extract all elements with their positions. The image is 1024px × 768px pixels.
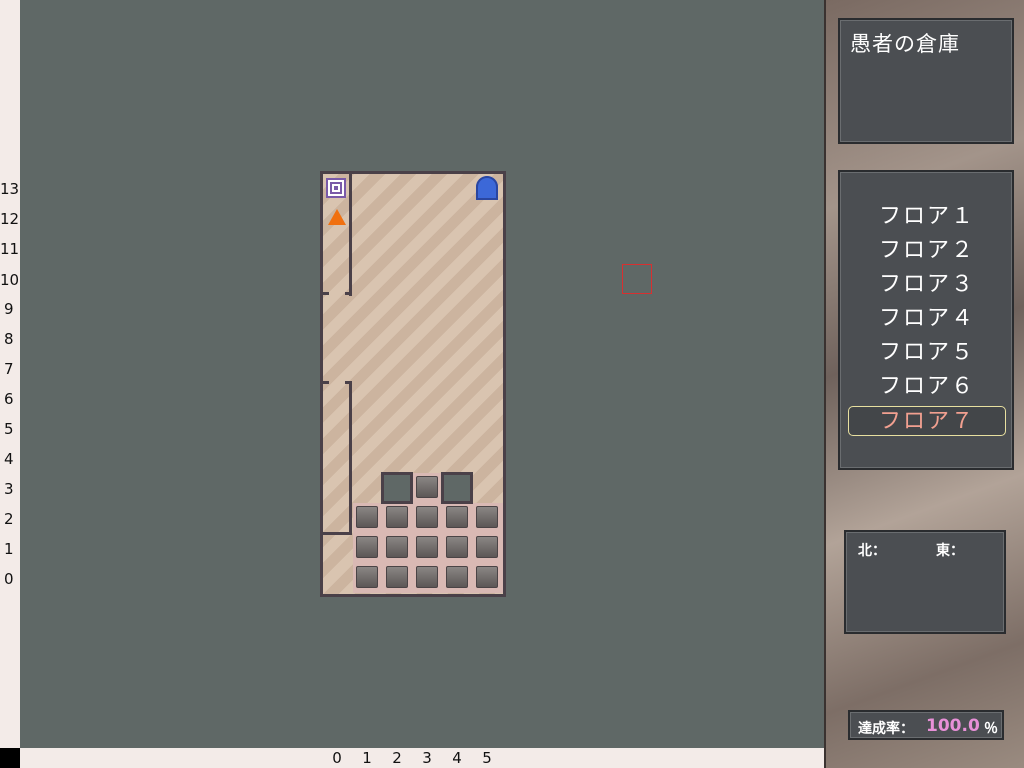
completion-rate-unit: ％	[984, 721, 998, 737]
floor-item-2[interactable]: フロア２	[848, 236, 1006, 266]
block-icon	[356, 566, 378, 588]
col-label-5: 5	[482, 749, 492, 767]
floor-item-4[interactable]: フロア４	[848, 304, 1006, 334]
block-icon	[476, 566, 498, 588]
wall-segment	[323, 381, 329, 384]
wall-segment	[345, 292, 352, 295]
block-icon	[416, 476, 438, 498]
col-label-0: 0	[332, 749, 342, 767]
player-icon	[328, 209, 346, 225]
row-label-11: 11	[0, 240, 20, 258]
block-icon	[416, 566, 438, 588]
floor-list-panel: フロア１ フロア２ フロア３ フロア４ フロア５ フロア６ フロア７	[838, 170, 1014, 470]
wall-segment	[323, 532, 352, 535]
dungeon-map-area[interactable]	[20, 0, 824, 748]
block-icon	[446, 506, 468, 528]
block-icon	[446, 566, 468, 588]
floor-item-7-selected[interactable]: フロア７	[848, 406, 1006, 436]
col-label-4: 4	[452, 749, 462, 767]
col-label-3: 3	[422, 749, 432, 767]
wall-segment	[349, 381, 352, 535]
block-icon	[416, 506, 438, 528]
block-icon	[476, 536, 498, 558]
floor-item-5[interactable]: フロア５	[848, 338, 1006, 368]
floor-item-6[interactable]: フロア６	[848, 372, 1006, 402]
block-icon	[356, 536, 378, 558]
block-icon	[386, 536, 408, 558]
block-icon	[356, 506, 378, 528]
sidebar: 愚者の倉庫 フロア１ フロア２ フロア３ フロア４ フロア５ フロア６ フロア７…	[824, 0, 1024, 768]
row-label-12: 12	[0, 210, 20, 228]
floor-item-3[interactable]: フロア３	[848, 270, 1006, 300]
block-icon	[386, 566, 408, 588]
wall-segment	[323, 292, 329, 295]
pit-icon	[441, 472, 473, 504]
pit-icon	[381, 472, 413, 504]
corner-marker	[0, 748, 20, 768]
row-label-10: 10	[0, 271, 20, 289]
title-panel: 愚者の倉庫	[838, 18, 1014, 144]
door-icon	[476, 176, 498, 200]
col-label-1: 1	[362, 749, 372, 767]
east-label: 東：	[936, 543, 964, 559]
completion-rate-value: 100.0	[926, 716, 980, 736]
stairs-icon	[326, 178, 346, 198]
north-label: 北：	[858, 543, 886, 559]
wall-segment	[349, 174, 352, 296]
coordinate-panel: 北： 東：	[844, 530, 1006, 634]
block-icon	[476, 506, 498, 528]
completion-rate-panel: 達成率： 100.0 ％	[848, 710, 1004, 740]
floor-item-1[interactable]: フロア１	[848, 202, 1006, 232]
row-label-13: 13	[0, 180, 20, 198]
col-label-2: 2	[392, 749, 402, 767]
cursor-box[interactable]	[622, 264, 652, 294]
block-icon	[386, 506, 408, 528]
block-icon	[416, 536, 438, 558]
block-icon	[446, 536, 468, 558]
dungeon-title: 愚者の倉庫	[850, 32, 960, 56]
completion-rate-label: 達成率：	[858, 721, 914, 737]
